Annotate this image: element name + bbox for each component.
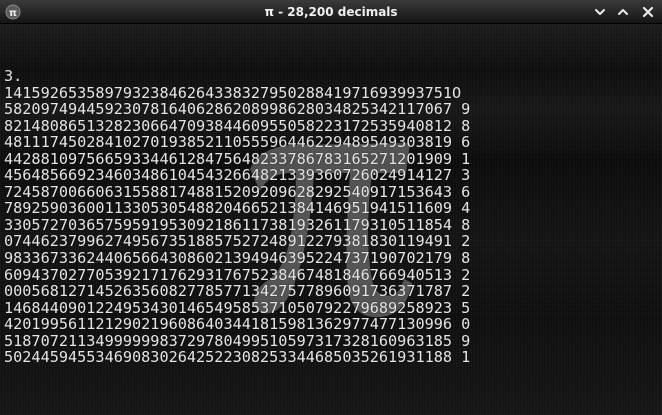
chevron-up-icon (618, 9, 628, 15)
chevron-down-icon (595, 9, 605, 15)
maximize-button[interactable] (613, 2, 633, 22)
app-window: π π - 28,200 decimals 3. 141592653589793… (0, 0, 662, 415)
pi-digits-text: 3. 1415926535897932384626433832795028841… (4, 67, 471, 367)
close-icon (642, 6, 654, 18)
minimize-button[interactable] (590, 2, 610, 22)
close-button[interactable] (638, 2, 658, 22)
title-bar[interactable]: π π - 28,200 decimals (0, 0, 662, 24)
window-title: π - 28,200 decimals (264, 5, 398, 19)
digits-panel[interactable]: 3. 1415926535897932384626433832795028841… (0, 24, 662, 415)
